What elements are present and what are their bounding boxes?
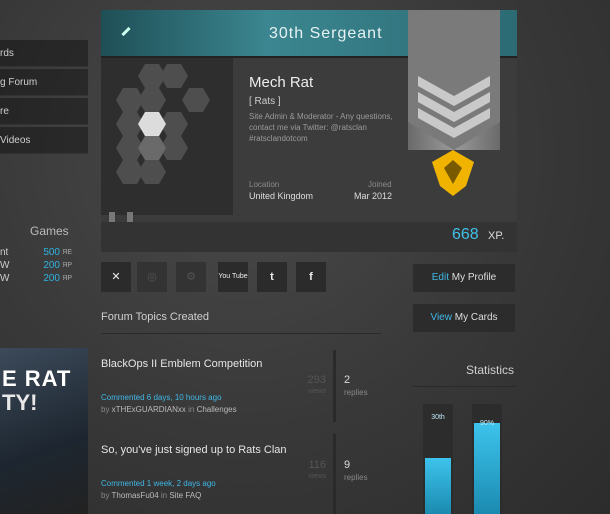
location-label: Location bbox=[249, 180, 280, 189]
topic-title[interactable]: BlackOps II Emblem Competition bbox=[101, 355, 291, 373]
byline-prefix: by bbox=[101, 491, 112, 500]
sidebar-item-label: Videos bbox=[0, 135, 31, 146]
topic-meta: Commented 1 week, 2 days ago bbox=[101, 479, 216, 488]
xp-value: 668 bbox=[452, 226, 479, 243]
rank-title: 30th Sergeant bbox=[269, 25, 383, 42]
twitter-icon[interactable]: t bbox=[257, 262, 287, 292]
sidebar-item-label: re bbox=[0, 106, 9, 117]
sidebar-item-cards[interactable]: rds bbox=[0, 40, 88, 67]
stat-label: 30th bbox=[431, 414, 445, 421]
playstation-icon[interactable]: ◎ bbox=[137, 262, 167, 292]
game-unit: ЯE bbox=[62, 249, 72, 256]
avatar[interactable] bbox=[101, 58, 233, 215]
twitter-label: t bbox=[270, 271, 274, 283]
facebook-label: f bbox=[309, 271, 313, 283]
edit-label: My Profile bbox=[449, 272, 497, 283]
statistics-heading: Statistics bbox=[466, 363, 515, 377]
facebook-icon[interactable]: f bbox=[296, 262, 326, 292]
view-label-highlight: View bbox=[430, 312, 452, 323]
sidebar-item-videos[interactable]: Videos bbox=[0, 127, 88, 154]
stat-fill bbox=[425, 457, 451, 514]
game-label: W bbox=[0, 260, 10, 271]
divider bbox=[333, 434, 336, 514]
topic-category[interactable]: Site FAQ bbox=[169, 491, 201, 500]
game-unit: ЯP bbox=[62, 275, 72, 282]
game-value: 200 bbox=[43, 260, 60, 271]
edit-profile-button[interactable]: Edit My Profile bbox=[413, 264, 515, 292]
steam-icon[interactable]: ⚙ bbox=[176, 262, 206, 292]
topic-category[interactable]: Challenges bbox=[197, 405, 237, 414]
view-label: My Cards bbox=[451, 312, 498, 323]
topic-byline: by xTHExGUARDIANxx in Challenges bbox=[101, 404, 237, 416]
topic-user[interactable]: ThomasFu04 bbox=[112, 491, 159, 500]
promo-line: TY! bbox=[2, 390, 38, 415]
stat-fill bbox=[474, 423, 500, 514]
promo-line: E RAT bbox=[2, 366, 72, 391]
edit-label-highlight: Edit bbox=[431, 272, 449, 283]
game-row[interactable]: nt 500 ЯE bbox=[0, 246, 72, 260]
topic-meta: Commented 6 days, 10 hours ago bbox=[101, 393, 222, 402]
topics-heading: Forum Topics Created bbox=[101, 311, 210, 323]
topic-views-label: views bbox=[308, 388, 326, 395]
sidebar-item-label: g Forum bbox=[0, 77, 38, 88]
game-value: 200 bbox=[43, 273, 60, 284]
sidebar-item-forum[interactable]: g Forum bbox=[0, 69, 88, 96]
topic-replies-label: replies bbox=[344, 473, 368, 482]
divider bbox=[333, 350, 336, 422]
game-label: W bbox=[0, 273, 10, 284]
promo-banner[interactable]: E RAT TY! bbox=[0, 348, 88, 514]
topic-views: 293 bbox=[307, 374, 326, 386]
game-row[interactable]: W 200 ЯP bbox=[0, 259, 72, 273]
xbox-icon[interactable]: ✕ bbox=[101, 262, 131, 292]
topic-replies-label: replies bbox=[344, 388, 368, 397]
hexagon-avatar-icon bbox=[116, 64, 210, 184]
stat-bar: 90% bbox=[472, 404, 502, 514]
stat-bar: 30th bbox=[423, 404, 453, 514]
stat-label: 90% bbox=[479, 420, 494, 427]
divider bbox=[101, 333, 381, 334]
games-title: Games bbox=[30, 224, 69, 238]
chevron-rank-icon bbox=[408, 10, 500, 150]
topic-title[interactable]: So, you've just signed up to Rats Clan bbox=[101, 441, 291, 459]
divider bbox=[413, 386, 517, 387]
clan-tag[interactable]: [ Rats ] bbox=[249, 96, 281, 107]
game-unit: ЯP bbox=[62, 262, 72, 269]
profile-name: Mech Rat bbox=[249, 74, 314, 91]
topic-byline: by ThomasFu04 in Site FAQ bbox=[101, 490, 201, 502]
youtube-label: You Tube bbox=[218, 273, 248, 280]
xp-unit: XP. bbox=[488, 230, 505, 242]
topic-views: 116 bbox=[308, 459, 326, 471]
location-value: United Kingdom bbox=[249, 191, 314, 201]
sidebar-item-store[interactable]: re bbox=[0, 98, 88, 125]
byline-in: in bbox=[158, 491, 170, 500]
topic-replies: 9 bbox=[344, 459, 351, 471]
topic-user[interactable]: xTHExGUARDIANxx bbox=[112, 405, 186, 414]
game-label: nt bbox=[0, 247, 9, 258]
sidebar-item-label: rds bbox=[0, 48, 14, 59]
youtube-icon[interactable]: You Tube bbox=[218, 262, 248, 292]
game-value: 500 bbox=[43, 247, 60, 258]
joined-value: Mar 2012 bbox=[354, 191, 393, 201]
byline-in: in bbox=[185, 405, 197, 414]
profile-bio: Site Admin & Moderator - Any questions, … bbox=[249, 112, 393, 143]
game-row[interactable]: W 200 ЯP bbox=[0, 272, 72, 286]
view-cards-button[interactable]: View My Cards bbox=[413, 304, 515, 332]
byline-prefix: by bbox=[101, 405, 112, 414]
topic-views-label: views bbox=[308, 473, 326, 480]
joined-label: Joined bbox=[368, 180, 392, 189]
gold-medal-icon bbox=[428, 146, 478, 203]
topic-replies: 2 bbox=[344, 374, 351, 386]
